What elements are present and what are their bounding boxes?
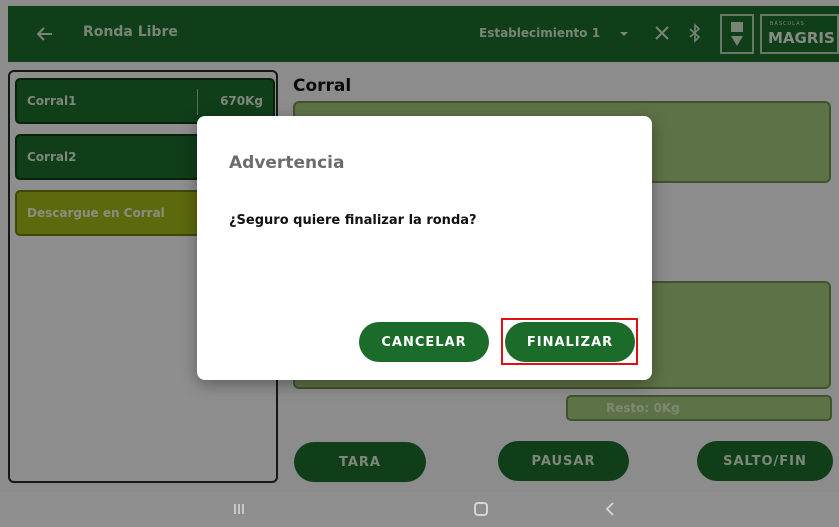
dialog-title: Advertencia: [229, 153, 345, 173]
home-icon[interactable]: [474, 502, 488, 516]
dialog-message: ¿Seguro quiere finalizar la ronda?: [229, 213, 477, 228]
highlight-box: [501, 318, 638, 365]
nav-back-icon[interactable]: [604, 501, 616, 517]
system-nav-bar: [0, 492, 839, 527]
cancel-button[interactable]: CANCELAR: [359, 322, 489, 362]
recent-apps-icon[interactable]: [233, 503, 245, 515]
